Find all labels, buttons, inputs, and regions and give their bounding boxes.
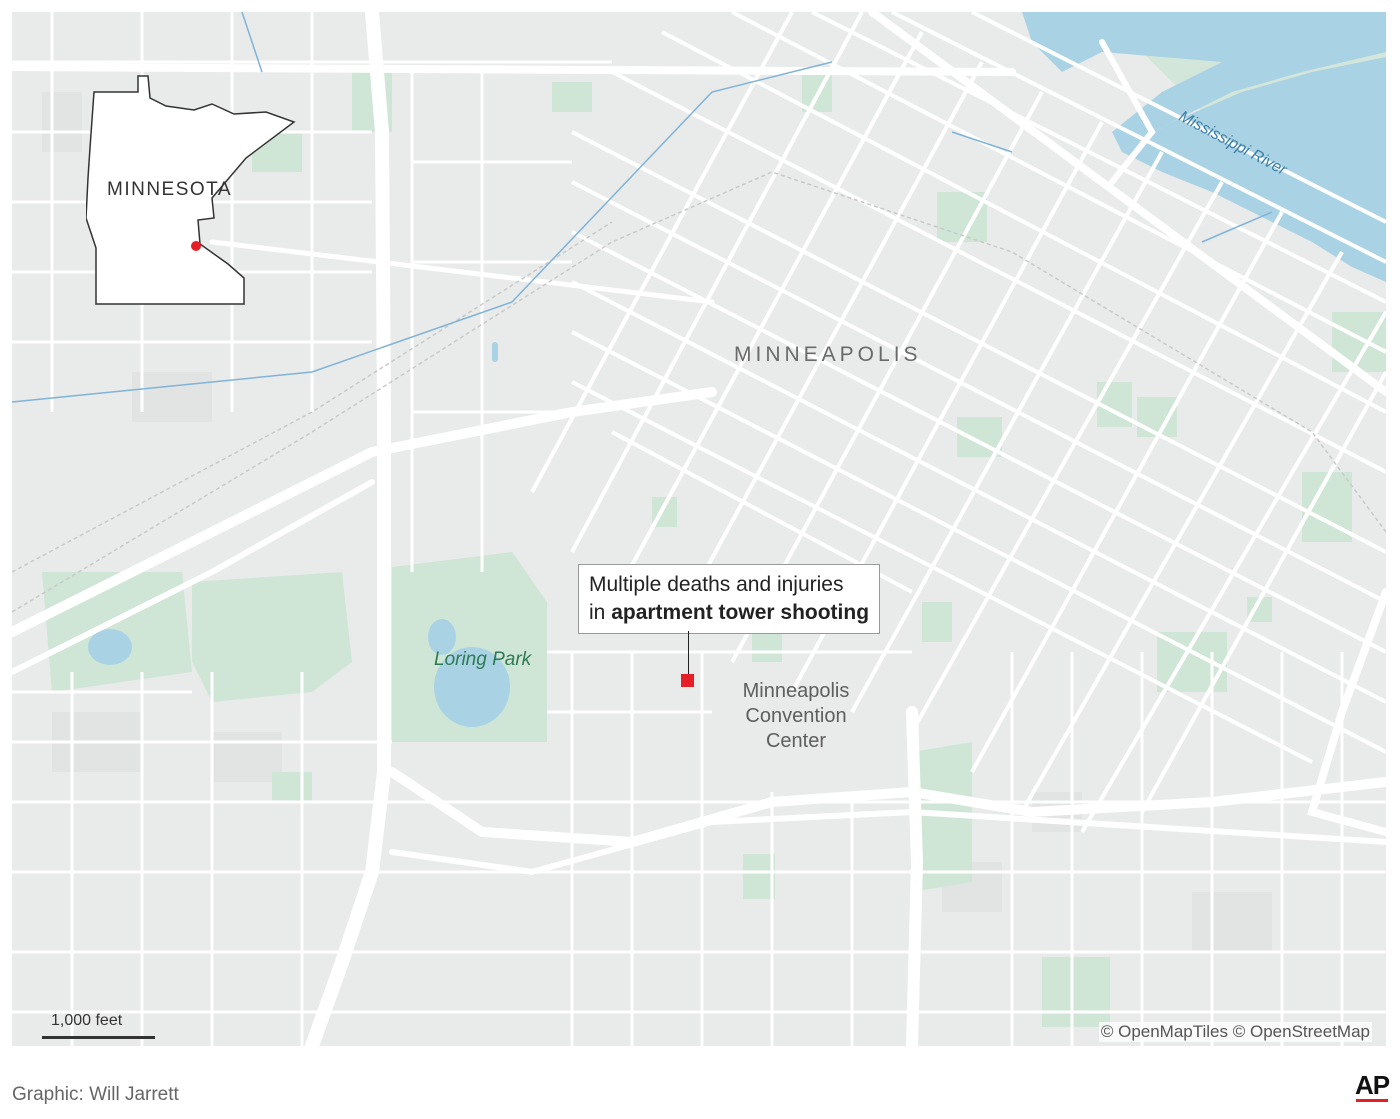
convention-center-line-1: Minneapolis bbox=[742, 680, 850, 702]
callout-bold: apartment tower shooting bbox=[611, 601, 870, 624]
ap-logo-underline bbox=[1356, 1099, 1388, 1102]
inset-location-dot bbox=[191, 241, 201, 251]
callout-prefix: in bbox=[589, 601, 612, 624]
convention-center-line-2: Convention bbox=[745, 705, 847, 727]
event-callout: Multiple deaths and injuries in apartmen… bbox=[578, 564, 881, 634]
map-canvas: MINNESOTA MINNEAPOLIS Loring Park Missis… bbox=[12, 12, 1386, 1046]
convention-center-label: Minneapolis Convention Center bbox=[726, 679, 866, 754]
callout-leader-line bbox=[688, 631, 689, 675]
callout-line-1: Multiple deaths and injuries bbox=[589, 573, 844, 596]
scale-bar-line bbox=[42, 1036, 155, 1039]
convention-center-line-3: Center bbox=[765, 730, 827, 752]
callout-line-2: in apartment tower shooting bbox=[589, 599, 869, 627]
inset-state-label: MINNESOTA bbox=[107, 179, 233, 200]
scale-label: 1,000 feet bbox=[51, 1012, 123, 1029]
city-label: MINNEAPOLIS bbox=[734, 343, 922, 366]
graphic-credit: Graphic: Will Jarrett bbox=[12, 1084, 179, 1105]
shooting-location-marker bbox=[681, 674, 694, 687]
ap-logo: AP bbox=[1355, 1070, 1390, 1100]
park-label: Loring Park bbox=[434, 649, 532, 670]
map-attribution: © OpenMapTiles © OpenStreetMap bbox=[1098, 1022, 1372, 1042]
